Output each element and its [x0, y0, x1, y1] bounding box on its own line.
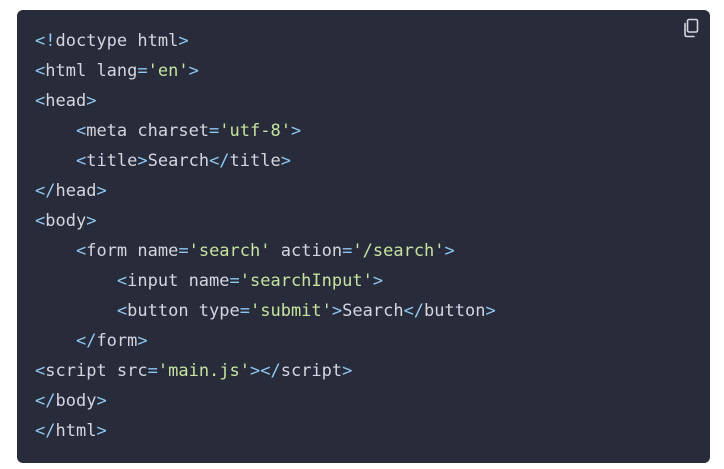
- code-token: action: [280, 241, 343, 261]
- code-token: Search: [147, 151, 210, 171]
- code-line: </body>: [35, 386, 496, 416]
- code-token: charset: [137, 121, 210, 141]
- code-line: <input name='searchInput'>: [35, 266, 496, 296]
- code-token: >: [485, 301, 496, 321]
- code-token: <: [35, 361, 46, 381]
- code-token: <: [35, 211, 46, 231]
- code-token: </: [35, 391, 56, 411]
- code-token: html: [55, 421, 97, 441]
- code-token: <: [75, 241, 87, 261]
- code-line: </head>: [35, 176, 496, 206]
- code-line: <form name='search' action='/search'>: [35, 236, 496, 266]
- code-token: >: [290, 121, 302, 141]
- code-token: button: [424, 301, 486, 321]
- code-line: <title>Search</title>: [35, 146, 496, 176]
- code-token: <: [116, 301, 128, 321]
- code-token: ></: [250, 361, 281, 381]
- code-token: >: [137, 151, 148, 171]
- code-token: >: [188, 61, 199, 81]
- code-token: >: [178, 31, 189, 51]
- code-token: >: [331, 301, 343, 321]
- code-token: =: [239, 301, 250, 321]
- code-token: >: [96, 421, 107, 441]
- code-token: title: [86, 151, 138, 171]
- code-token: <!: [35, 31, 56, 51]
- code-line: <body>: [35, 206, 496, 236]
- code-token: >: [96, 391, 107, 411]
- code-line: <!doctype html>: [35, 26, 496, 56]
- code-token: </: [35, 421, 56, 441]
- code-token: =: [178, 241, 189, 261]
- code-token: type: [198, 301, 240, 321]
- code-line: <head>: [35, 86, 496, 116]
- code-token: script: [45, 361, 117, 381]
- code-token: 'search': [188, 241, 271, 261]
- code-token: =: [137, 61, 148, 81]
- code-token: >: [96, 181, 107, 201]
- code-token: meta: [86, 121, 138, 141]
- code-token: src: [116, 361, 148, 381]
- code-line: </html>: [35, 416, 496, 446]
- code-token: >: [86, 91, 97, 111]
- code-token: <: [75, 151, 87, 171]
- code-token: 'main.js': [157, 361, 250, 381]
- code-token: >: [137, 331, 148, 351]
- code-token: html: [45, 61, 97, 81]
- code-token: >: [86, 211, 97, 231]
- code-line: <button type='submit'>Search</button>: [35, 296, 496, 326]
- code-token: =: [342, 241, 353, 261]
- code-token: head: [55, 181, 97, 201]
- code-token: lang: [96, 61, 138, 81]
- code-token: =: [147, 361, 158, 381]
- code-token: <: [35, 91, 46, 111]
- code-line: <meta charset='utf-8'>: [35, 116, 496, 146]
- code-token: >: [372, 271, 384, 291]
- code-token: </: [209, 151, 230, 171]
- code-line: <html lang='en'>: [35, 56, 496, 86]
- code-line: <script src='main.js'></script>: [35, 356, 496, 386]
- code-line: </form>: [35, 326, 496, 356]
- code-token: name: [137, 241, 179, 261]
- code-token: >: [280, 151, 291, 171]
- code-token: =: [229, 271, 240, 291]
- code-token: </: [35, 181, 56, 201]
- code-token: >: [444, 241, 455, 261]
- code-token: name: [188, 271, 230, 291]
- code-token: body: [55, 391, 97, 411]
- code-token: <: [75, 121, 87, 141]
- code-token: <: [116, 271, 128, 291]
- code-token: >: [342, 361, 353, 381]
- code-token: =: [209, 121, 220, 141]
- code-token: 'searchInput': [239, 271, 373, 291]
- copy-icon: [684, 18, 699, 38]
- code-token: form: [86, 241, 138, 261]
- code-token: input: [127, 271, 189, 291]
- code-token: Search: [342, 301, 404, 321]
- code-token: <: [35, 61, 46, 81]
- code-token: 'submit': [250, 301, 332, 321]
- copy-button[interactable]: [680, 17, 702, 39]
- code-block-card: <!doctype html> <html lang='en'> <head> <m…: [17, 10, 710, 463]
- code-token: script: [280, 361, 343, 381]
- code-token: </: [75, 331, 97, 351]
- code-content: <!doctype html> <html lang='en'> <head> <m…: [35, 26, 496, 446]
- code-token: doctype html: [55, 31, 179, 51]
- code-token: 'en': [147, 61, 189, 81]
- code-token: </: [403, 301, 425, 321]
- code-token: head: [45, 91, 87, 111]
- code-token: 'utf-8': [219, 121, 291, 141]
- code-token: title: [229, 151, 281, 171]
- code-token: body: [45, 211, 87, 231]
- code-token: form: [96, 331, 138, 351]
- code-token: button: [127, 301, 199, 321]
- code-token: '/search': [352, 241, 445, 261]
